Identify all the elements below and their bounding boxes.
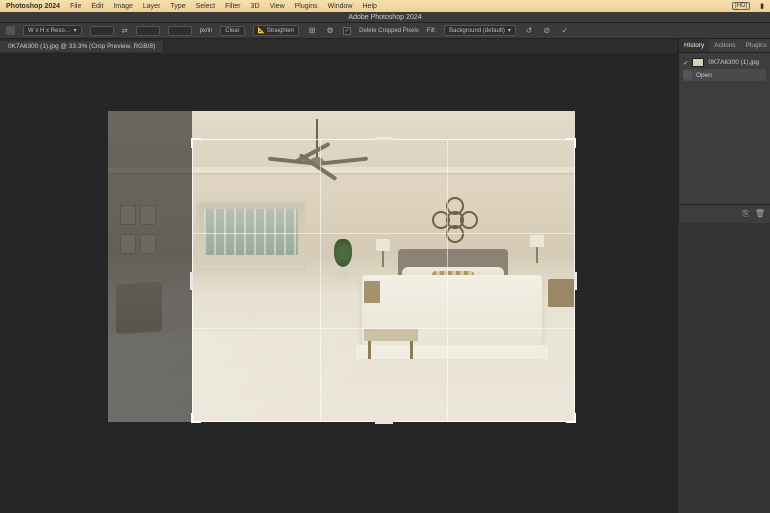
menu-select[interactable]: Select (196, 3, 215, 10)
resolution-unit[interactable]: px/in (200, 28, 213, 34)
ratio-dropdown[interactable]: W x H x Reso…▾ (23, 25, 82, 36)
history-panel: ✓ 0K7A6300 (1).jpg Open (679, 53, 770, 84)
window-titlebar: Adobe Photoshop 2024 (0, 12, 770, 23)
tab-actions[interactable]: Actions (709, 39, 740, 52)
history-thumb (692, 58, 704, 67)
menubar: Photoshop 2024 File Edit Image Layer Typ… (0, 0, 770, 12)
tab-history[interactable]: History (679, 39, 709, 52)
menu-type[interactable]: Type (170, 3, 185, 10)
straighten-label: Straighten (267, 28, 294, 34)
document-tab-label: 0K7A6300 (1).jpg @ 33.3% (Crop Preview, … (8, 43, 155, 50)
document-tab-bar: 0K7A6300 (1).jpg @ 33.3% (Crop Preview, … (0, 39, 770, 53)
hd-badge: [HD] (732, 2, 750, 10)
width-input[interactable] (90, 26, 114, 36)
document-tab[interactable]: 0K7A6300 (1).jpg @ 33.3% (Crop Preview, … (0, 41, 164, 52)
right-panel-group: History Actions Plugins ✓ 0K7A6300 (1).j… (678, 39, 770, 223)
fill-label: Fill: (427, 28, 436, 34)
fill-dropdown[interactable]: Background (default)▾ (444, 25, 516, 36)
menu-3d[interactable]: 3D (251, 3, 260, 10)
menu-filter[interactable]: Filter (225, 3, 241, 10)
menu-layer[interactable]: Layer (143, 3, 161, 10)
delete-cropped-checkbox[interactable] (343, 27, 351, 35)
checkmark-icon: ✓ (683, 59, 688, 67)
history-panel-footer: ⎘ 🗑 (679, 204, 770, 223)
battery-icon: ▮ (760, 2, 764, 10)
open-step-icon (683, 71, 692, 79)
fill-dropdown-label: Background (default) (449, 28, 505, 34)
menu-file[interactable]: File (70, 3, 81, 10)
crop-shield-left (108, 111, 192, 422)
commit-crop-icon[interactable]: ✓ (560, 26, 570, 36)
crop-settings-icon[interactable]: ⚙ (325, 26, 335, 36)
straighten-icon: 📐 (258, 28, 265, 34)
menu-view[interactable]: View (270, 3, 285, 10)
chevron-down-icon: ▾ (74, 27, 77, 34)
clear-button[interactable]: Clear (220, 26, 244, 36)
ratio-dropdown-label: W x H x Reso… (28, 28, 71, 34)
overlay-options-icon[interactable]: ⊞ (307, 26, 317, 36)
chevron-down-icon: ▾ (508, 27, 511, 34)
cancel-crop-icon[interactable]: ⊘ (542, 26, 552, 36)
workspace (0, 53, 678, 513)
canvas[interactable] (108, 111, 575, 422)
menu-plugins[interactable]: Plugins (295, 3, 318, 10)
history-file-label: 0K7A6300 (1).jpg (708, 59, 759, 66)
history-step-row[interactable]: Open (683, 69, 766, 81)
delete-state-icon[interactable]: 🗑 (755, 209, 765, 219)
swap-dimensions-icon[interactable]: ⇄ (122, 27, 128, 35)
tab-plugins[interactable]: Plugins (741, 39, 770, 52)
resolution-input[interactable] (168, 26, 192, 36)
menu-edit[interactable]: Edit (91, 3, 103, 10)
tool-options-bar: W x H x Reso…▾ ⇄ px/in Clear 📐 Straighte… (0, 23, 770, 39)
window-title: Adobe Photoshop 2024 (348, 14, 421, 21)
photo (108, 111, 575, 422)
app-name: Photoshop 2024 (6, 3, 60, 10)
menu-help[interactable]: Help (363, 3, 377, 10)
history-step-label: Open (696, 72, 712, 79)
delete-cropped-label: Delete Cropped Pixels (359, 28, 419, 34)
history-snapshot-row[interactable]: ✓ 0K7A6300 (1).jpg (683, 56, 766, 69)
panel-tabs: History Actions Plugins (679, 39, 770, 53)
menu-image[interactable]: Image (113, 3, 132, 10)
new-snapshot-icon[interactable]: ⎘ (742, 209, 748, 219)
menu-window[interactable]: Window (328, 3, 353, 10)
reset-crop-icon[interactable]: ↺ (524, 26, 534, 36)
straighten-button[interactable]: 📐 Straighten (253, 25, 300, 36)
crop-tool-icon[interactable] (6, 26, 15, 35)
height-input[interactable] (136, 26, 160, 36)
